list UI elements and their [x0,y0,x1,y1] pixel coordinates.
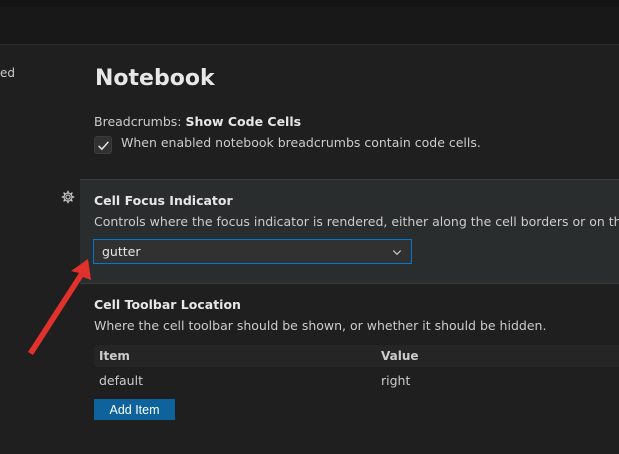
cell-focus-select[interactable]: gutter [93,239,412,264]
setting-category: Breadcrumbs: [94,114,186,129]
table-header [94,345,619,367]
title-bar [0,0,619,45]
gear-icon[interactable] [60,189,76,205]
chevron-down-icon [392,250,402,256]
table-cell-item[interactable]: default [99,373,143,388]
settings-toc [0,61,80,454]
editor-tabs-area [0,45,619,61]
section-title: Notebook [95,66,215,91]
cell-focus-description: Controls where the focus indicator is re… [94,214,619,229]
column-header-item: Item [99,349,130,363]
add-item-button[interactable]: Add Item [94,399,175,420]
title-bar-strip [0,0,619,7]
checkbox-description: When enabled notebook breadcrumbs contai… [121,135,481,150]
cell-toolbar-description: Where the cell toolbar should be shown, … [94,318,547,333]
setting-name: Show Code Cells [185,114,302,129]
toc-item-clipped[interactable]: ed [0,66,15,80]
setting-breadcrumbs-label: Breadcrumbs: Show Code Cells [94,114,301,129]
select-value: gutter [102,244,141,259]
check-icon [97,140,109,150]
show-code-cells-checkbox[interactable] [94,136,112,154]
cell-focus-title: Cell Focus Indicator [94,193,233,208]
column-header-value: Value [381,349,419,363]
cell-toolbar-title: Cell Toolbar Location [94,297,241,312]
table-cell-value[interactable]: right [381,373,410,388]
